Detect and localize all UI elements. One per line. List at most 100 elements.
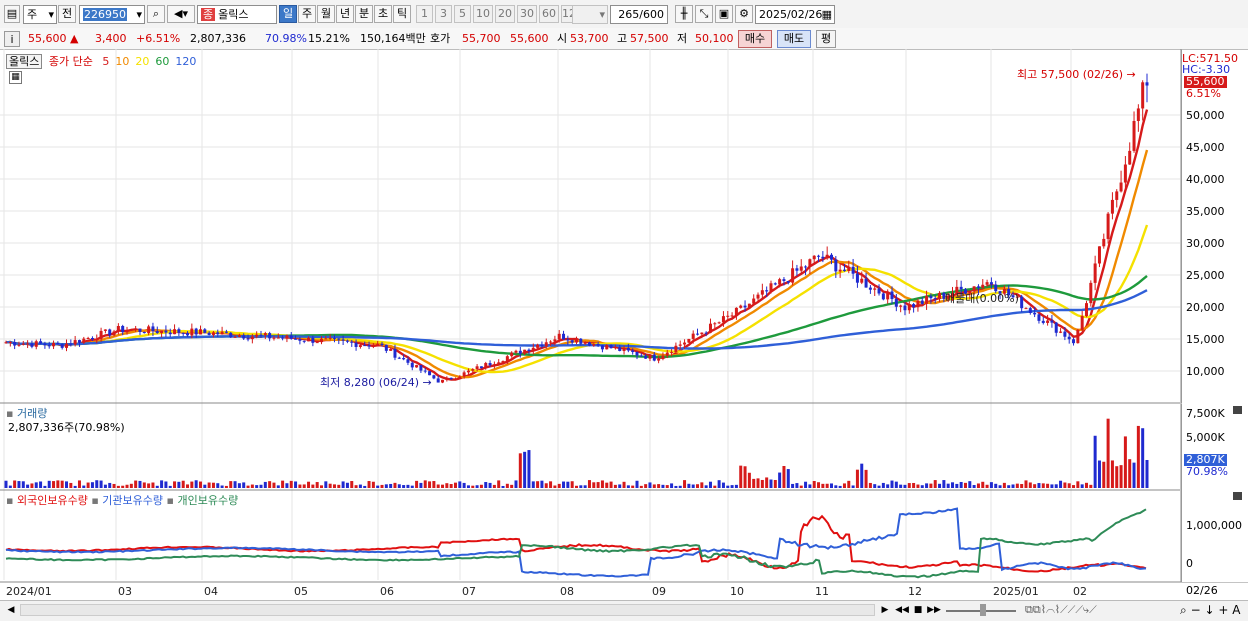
volume-bar xyxy=(268,481,272,488)
market-type-select[interactable]: 주 ▾ xyxy=(23,5,57,24)
volume-bar xyxy=(1072,485,1076,488)
current-pct-tag: 6.51% xyxy=(1186,87,1221,100)
panel-close-icon[interactable] xyxy=(1233,406,1242,414)
code-input[interactable]: 226950 ▾ xyxy=(79,5,145,24)
interval-button[interactable]: 60 xyxy=(539,5,559,23)
volume-bar xyxy=(1115,466,1119,488)
overlay-annotation: 매물대(0.00%) xyxy=(945,292,1019,305)
draw-tool-icon[interactable]: ⤡ xyxy=(695,5,713,23)
volume-bar xyxy=(194,480,198,488)
date-input[interactable]: 2025/02/26 ▦ xyxy=(755,5,835,24)
volume-bar xyxy=(358,484,362,488)
scroll-left-icon[interactable]: ◀ xyxy=(4,603,18,617)
candle-body xyxy=(337,338,341,340)
pan-icon[interactable]: ↓ xyxy=(1204,603,1214,617)
volume-bar xyxy=(648,482,652,488)
candle-body xyxy=(929,296,933,299)
volume-bar xyxy=(579,485,583,488)
volume-bar xyxy=(562,481,566,488)
candle-body xyxy=(1059,331,1063,333)
volume-bar xyxy=(769,479,773,488)
volume-bar xyxy=(415,480,419,488)
interval-custom-input[interactable]: ▾ xyxy=(572,5,608,24)
zoom-out-icon[interactable]: − xyxy=(1191,603,1201,617)
speaker-icon[interactable]: ◀▾ xyxy=(167,5,195,23)
volume-bar xyxy=(842,483,846,488)
volume-bar xyxy=(492,484,496,488)
buy-button[interactable]: 매수 xyxy=(738,30,772,48)
period-tab[interactable]: 년 xyxy=(336,5,354,23)
count-input[interactable]: 265/600 xyxy=(610,5,668,24)
volume-bar xyxy=(998,485,1002,488)
volume-bars xyxy=(4,418,1149,488)
volume-bar xyxy=(691,484,695,488)
chart-tools-icon[interactable]: ⧉⧉⌇⌒⌇⟋⟋⟋⤷⟋ xyxy=(1025,603,1097,617)
info-icon[interactable]: i xyxy=(4,31,20,47)
period-tab[interactable]: 일 xyxy=(279,5,297,23)
period-tab[interactable]: 분 xyxy=(355,5,373,23)
legend-name[interactable]: 올릭스 xyxy=(6,54,43,69)
scroll-track[interactable] xyxy=(20,604,875,616)
volume-bar xyxy=(1067,483,1071,488)
candle-body xyxy=(657,358,661,361)
candle-body xyxy=(129,329,133,331)
scroll-right-icon[interactable]: ▶ xyxy=(879,603,891,617)
interval-button[interactable]: 5 xyxy=(454,5,471,23)
candle-icon[interactable]: ╫ xyxy=(675,5,693,23)
volume-bar xyxy=(549,481,553,488)
high-annotation-text: 최고 57,500 (02/26) xyxy=(1017,68,1124,81)
eval-button[interactable]: 평 xyxy=(816,30,836,48)
period-tab[interactable]: 월 xyxy=(317,5,335,23)
candle-body xyxy=(868,287,872,290)
volume-bar xyxy=(1037,483,1041,488)
volume-bar xyxy=(1020,484,1024,488)
interval-button[interactable]: 1 xyxy=(416,5,433,23)
stock-name-field[interactable]: 종 올릭스 xyxy=(197,5,277,24)
volume-bar xyxy=(1063,482,1067,488)
zoom-in-icon[interactable]: + xyxy=(1218,603,1228,617)
x-axis-label: 03 xyxy=(118,585,132,598)
menu-icon[interactable]: ▤ xyxy=(4,5,20,23)
volume-bar xyxy=(527,450,531,488)
volume-bar xyxy=(216,483,220,488)
period-tab[interactable]: 주 xyxy=(298,5,316,23)
interval-button[interactable]: 3 xyxy=(435,5,452,23)
period-tab[interactable]: 초 xyxy=(374,5,392,23)
candle-body xyxy=(782,279,786,281)
interval-button[interactable]: 20 xyxy=(495,5,515,23)
quote-low: 50,100 xyxy=(695,32,734,45)
save-icon[interactable]: ▣ xyxy=(715,5,733,23)
candle-body xyxy=(877,288,881,294)
zoom-search-icon[interactable]: ⌕ xyxy=(1180,603,1187,617)
panel-close-icon[interactable] xyxy=(1233,492,1242,500)
price-tick: 15,000 xyxy=(1186,333,1225,346)
prev-button[interactable]: 전 xyxy=(58,5,76,23)
volume-bar xyxy=(108,482,112,488)
sell-button[interactable]: 매도 xyxy=(777,30,811,48)
period-tab[interactable]: 틱 xyxy=(393,5,411,23)
candle-body xyxy=(8,342,12,344)
volume-bar xyxy=(873,484,877,488)
interval-button[interactable]: 10 xyxy=(473,5,493,23)
interval-button[interactable]: 30 xyxy=(517,5,537,23)
volume-bar xyxy=(276,485,280,488)
candle-body xyxy=(626,348,630,351)
forward-icon[interactable]: ▶▶ xyxy=(927,603,941,617)
candle-body xyxy=(488,363,492,366)
volume-bar xyxy=(229,481,233,488)
font-size-icon[interactable]: A xyxy=(1232,603,1240,617)
volume-current-pct: 70.98% xyxy=(1186,465,1228,478)
candle-body xyxy=(523,349,527,354)
gear-icon[interactable]: ⚙ xyxy=(735,5,753,23)
zoom-slider-handle[interactable] xyxy=(980,604,986,616)
volume-bar xyxy=(488,482,492,488)
grid-icon[interactable]: ▦ xyxy=(9,71,22,84)
search-icon[interactable]: ⌕ xyxy=(147,5,165,23)
quote-turnover: 15.21% xyxy=(308,32,350,45)
volume-bar xyxy=(332,484,336,488)
candle-body xyxy=(747,303,751,308)
candle-body xyxy=(73,340,77,345)
rewind-icon[interactable]: ◀◀ xyxy=(895,603,909,617)
volume-bar xyxy=(696,484,700,488)
stop-icon[interactable]: ■ xyxy=(912,603,924,617)
